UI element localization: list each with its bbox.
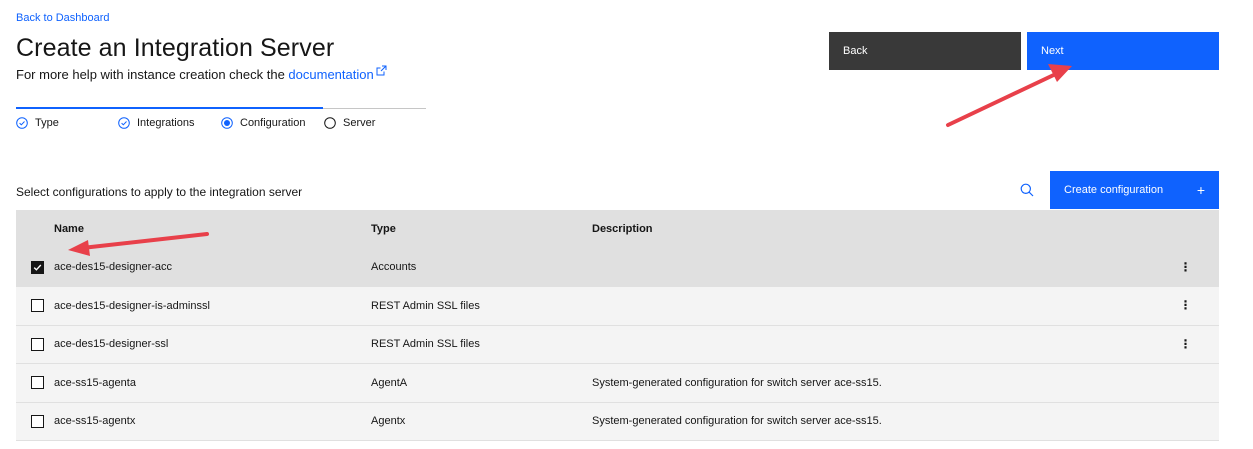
column-header-name[interactable]: Name [54, 210, 371, 248]
search-icon [1020, 183, 1034, 197]
back-to-dashboard-link[interactable]: Back to Dashboard [16, 12, 110, 24]
row-menu-cell: ⋮ [1152, 287, 1219, 326]
row-type: REST Admin SSL files [371, 338, 480, 351]
row-name: ace-des15-designer-acc [54, 261, 173, 273]
row-checkbox[interactable] [31, 414, 44, 428]
row-select-cell [16, 364, 54, 403]
overflow-menu-icon[interactable]: ⋮ [1180, 260, 1192, 274]
step-type[interactable]: Type [16, 117, 59, 129]
row-name: ace-des15-designer-is-adminssl [54, 299, 210, 312]
checkmark-icon [33, 264, 42, 271]
external-link-icon[interactable] [376, 65, 387, 76]
row-checkbox[interactable] [31, 299, 44, 313]
step-server[interactable]: Server [324, 117, 375, 129]
row-name: ace-des15-designer-ssl [54, 338, 169, 351]
row-menu-cell: ⋮ [1152, 325, 1219, 364]
row-description: System-generated configuration for switc… [592, 376, 882, 389]
row-select-cell [16, 248, 54, 287]
next-button[interactable]: Next [1027, 32, 1219, 70]
progress-indicator: Type Integrations Configuration Server [16, 107, 426, 137]
row-description [592, 325, 1152, 364]
progress-line-remaining [323, 108, 426, 109]
page-title: Create an Integration Server [16, 34, 335, 62]
table-row[interactable]: ace-ss15-agenta AgentA System-generated co… [16, 363, 1219, 403]
step-label: Integrations [137, 117, 195, 129]
help-text: For more help with instance creation che… [16, 65, 387, 82]
table-row[interactable]: ace-des15-designer-ssl REST Admin SSL fil… [16, 325, 1219, 364]
row-description [592, 248, 1152, 287]
checkmark-outline-icon [118, 117, 130, 129]
overflow-menu-icon[interactable]: ⋮ [1180, 298, 1192, 312]
row-name: ace-ss15-agenta [54, 376, 136, 389]
step-configuration[interactable]: Configuration [221, 117, 305, 129]
row-type: Accounts [371, 261, 417, 273]
row-checkbox[interactable] [31, 376, 44, 390]
back-button[interactable]: Back [829, 32, 1021, 70]
step-label: Type [35, 117, 59, 129]
step-label: Configuration [240, 117, 306, 129]
help-text-prefix: For more help with instance creation che… [16, 67, 289, 82]
configurations-table: Name Type Description ace-des15-designer… [16, 210, 1219, 441]
table-header-row: Name Type Description [16, 210, 1219, 248]
row-type: AgentA [371, 376, 408, 389]
header-check-cell [16, 210, 54, 248]
search-button[interactable] [1014, 178, 1040, 202]
column-header-type[interactable]: Type [371, 210, 592, 248]
progress-line-complete [16, 107, 323, 109]
row-description [592, 287, 1152, 326]
checkmark-outline-icon [16, 117, 28, 129]
create-configuration-label: Create configuration [1064, 184, 1164, 196]
row-type: REST Admin SSL files [371, 299, 480, 312]
current-step-icon [221, 117, 233, 129]
create-configuration-button[interactable]: Create configuration + [1050, 171, 1219, 209]
row-select-cell [16, 287, 54, 326]
row-type: Agentx [371, 415, 406, 428]
step-label: Server [343, 117, 376, 129]
row-checkbox[interactable] [31, 260, 44, 274]
overflow-menu-icon[interactable]: ⋮ [1180, 337, 1192, 351]
header-menu-cell [1152, 210, 1219, 248]
add-icon: + [1196, 182, 1205, 198]
row-description: System-generated configuration for switc… [592, 415, 882, 428]
row-name: ace-ss15-agentx [54, 415, 136, 428]
row-menu-cell [1152, 402, 1219, 441]
step-integrations[interactable]: Integrations [118, 117, 194, 129]
table-row[interactable]: ace-des15-designer-acc Accounts ⋮ [16, 248, 1219, 287]
row-select-cell [16, 325, 54, 364]
row-checkbox[interactable] [31, 337, 44, 351]
documentation-link[interactable]: documentation [288, 67, 373, 82]
section-label: Select configurations to apply to the in… [16, 185, 303, 199]
incomplete-step-icon [324, 117, 336, 129]
column-header-description[interactable]: Description [592, 210, 1152, 248]
table-row[interactable]: ace-des15-designer-is-adminssl REST Admin… [16, 286, 1219, 326]
row-menu-cell: ⋮ [1152, 248, 1219, 287]
table-row[interactable]: ace-ss15-agentx Agentx System-generated co… [16, 402, 1219, 441]
row-menu-cell [1152, 364, 1219, 403]
row-select-cell [16, 402, 54, 441]
